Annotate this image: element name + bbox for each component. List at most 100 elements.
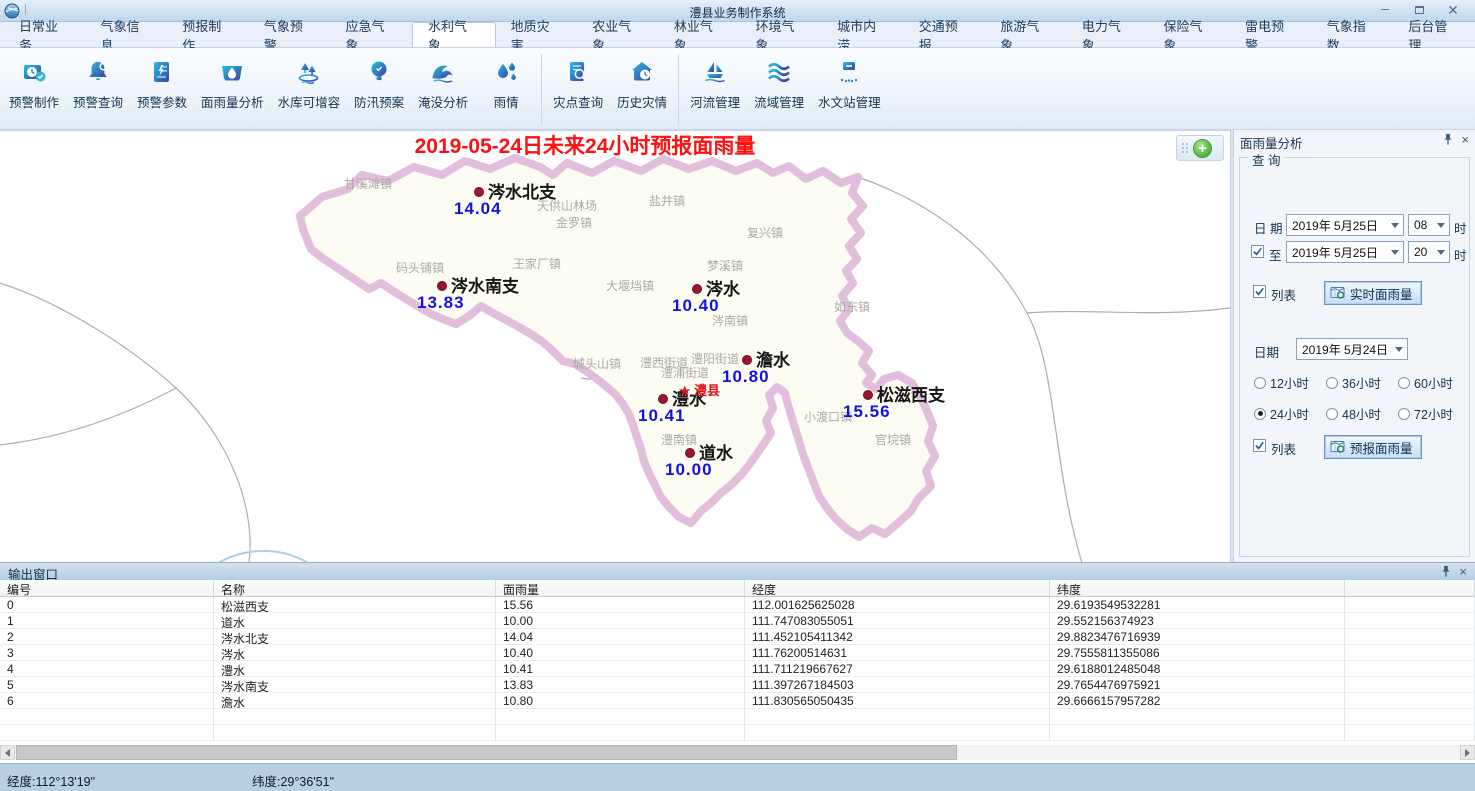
to-date-checkbox[interactable]: [1251, 245, 1264, 258]
menu-tab-交通预报[interactable]: 交通预报: [904, 22, 986, 47]
menu-tab-气象预警[interactable]: 气象预警: [249, 22, 331, 47]
warning-search-icon: [84, 58, 112, 86]
duration-radio-60小时[interactable]: 60小时: [1398, 373, 1453, 392]
scroll-left-button[interactable]: [0, 745, 15, 760]
panel-title: 面雨量分析: [1240, 137, 1303, 151]
map-canvas[interactable]: 甘溪滩镇盐井镇复兴镇天供山林场金罗镇码头铺镇王家厂镇大堰垱镇梦溪镇涔南镇如东镇城…: [0, 131, 1230, 562]
station-dot-澧水[interactable]: [659, 395, 668, 404]
toolbar-button-淹没分析[interactable]: 淹没分析: [411, 52, 475, 127]
cell-name: 松滋西支: [214, 597, 496, 612]
menu-tab-环境气象[interactable]: 环境气象: [740, 22, 822, 47]
realtime-rainfall-button[interactable]: 实时面雨量: [1324, 281, 1422, 305]
station-dot-涔水[interactable]: [693, 285, 702, 294]
column-header-名称[interactable]: 名称: [214, 580, 496, 596]
reservoir-capacity-icon: [295, 58, 323, 86]
town-label-澧阳街道: 澧阳街道: [691, 352, 739, 366]
scroll-right-button[interactable]: [1460, 745, 1475, 760]
toolbar-button-label: 预警查询: [73, 92, 123, 111]
table-row[interactable]: 1道水10.00111.74708305505129.552156374923: [0, 613, 1475, 629]
menu-tab-雷电预警[interactable]: 雷电预警: [1230, 22, 1312, 47]
menu-tab-林业气象[interactable]: 林业气象: [659, 22, 741, 47]
station-dot-松滋西支[interactable]: [864, 391, 873, 400]
toolbar-button-水库可增容[interactable]: 水库可增容: [271, 52, 348, 127]
station-dot-道水[interactable]: [686, 449, 695, 458]
duration-radio-48小时[interactable]: 48小时: [1326, 404, 1381, 423]
menu-tab-电力气象[interactable]: 电力气象: [1067, 22, 1149, 47]
cell-name: 涔水: [214, 645, 496, 660]
end-date-select[interactable]: 2019年 5月25日: [1286, 241, 1404, 263]
menu-tab-水利气象[interactable]: 水利气象: [412, 22, 496, 47]
toolbar-button-label: 面雨量分析: [201, 92, 264, 111]
forecast-list-checkbox[interactable]: [1253, 439, 1266, 452]
column-header-编号[interactable]: 编号: [0, 580, 214, 596]
toolbar-button-防汛预案[interactable]: 防汛预案: [347, 52, 411, 127]
duration-radio-12小时[interactable]: 12小时: [1254, 373, 1309, 392]
end-hour-select[interactable]: 20: [1408, 241, 1450, 263]
menu-tab-气象指数[interactable]: 气象指数: [1312, 22, 1394, 47]
toolbar-button-预警制作[interactable]: 预警制作: [2, 52, 66, 127]
toolbar-button-预警参数[interactable]: 预警参数: [130, 52, 194, 127]
inundation-icon: [429, 58, 457, 86]
station-dot-涔水北支[interactable]: [475, 188, 484, 197]
toolbar-button-水文站管理[interactable]: 水文站管理: [811, 52, 888, 127]
duration-radio-72小时[interactable]: 72小时: [1398, 404, 1453, 423]
forecast-rainfall-button[interactable]: 预报面雨量: [1324, 435, 1422, 459]
duration-radio-36小时[interactable]: 36小时: [1326, 373, 1381, 392]
menu-tab-城市内涝[interactable]: 城市内涝: [822, 22, 904, 47]
cell-longitude: 111.711219667627: [745, 661, 1050, 676]
cell-latitude: 29.8823476716939: [1050, 629, 1345, 644]
table-row[interactable]: 2涔水北支14.04111.45210541134229.88234767169…: [0, 629, 1475, 645]
query-groupbox: 查 询 日 期 2019年 5月25日 08 时 至 2019年 5月25日: [1239, 157, 1470, 557]
table-row[interactable]: 6澹水10.80111.83056505043529.6666157957282: [0, 693, 1475, 709]
menu-tab-气象信息[interactable]: 气象信息: [86, 22, 168, 47]
toolbar-button-灾点查询[interactable]: 灾点查询: [546, 52, 610, 127]
pin-icon[interactable]: [1441, 565, 1451, 578]
realtime-list-checkbox[interactable]: [1253, 285, 1266, 298]
forecast-date-select[interactable]: 2019年 5月24日: [1296, 338, 1408, 360]
menu-tab-日常业务[interactable]: 日常业务: [4, 22, 86, 47]
toolbar-button-label: 历史灾情: [617, 92, 667, 111]
table-row[interactable]: 0松滋西支15.56112.00162562502829.61935495322…: [0, 597, 1475, 613]
toolbar-button-雨情[interactable]: 雨情: [475, 52, 537, 127]
toolbar-separator: [678, 54, 679, 125]
radio-circle-icon: [1254, 377, 1266, 389]
table-row[interactable]: 4澧水10.41111.71121966762729.6188012485048: [0, 661, 1475, 677]
toolbar-grip-handle[interactable]: [1182, 143, 1189, 154]
pin-icon[interactable]: [1443, 133, 1453, 146]
scrollbar-thumb[interactable]: [16, 745, 957, 760]
cell-id: 4: [0, 661, 214, 676]
toolbar-button-面雨量分析[interactable]: 面雨量分析: [194, 52, 271, 127]
station-value-澹水: 10.80: [722, 367, 770, 386]
map-mini-toolbar: +: [1176, 135, 1224, 161]
town-label-复兴镇: 复兴镇: [747, 226, 783, 240]
column-header-经度[interactable]: 经度: [745, 580, 1050, 596]
toolbar-button-河流管理[interactable]: 河流管理: [683, 52, 747, 127]
menu-tab-预报制作[interactable]: 预报制作: [167, 22, 249, 47]
table-row[interactable]: 5涔水南支13.83111.39726718450329.76544769759…: [0, 677, 1475, 693]
column-header-纬度[interactable]: 纬度: [1050, 580, 1345, 596]
warning-params-icon: [148, 58, 176, 86]
toolbar-button-流域管理[interactable]: 流域管理: [747, 52, 811, 127]
cell-id: 6: [0, 693, 214, 708]
toolbar-button-预警查询[interactable]: 预警查询: [66, 52, 130, 127]
station-dot-澹水[interactable]: [743, 356, 752, 365]
start-hour-select[interactable]: 08: [1408, 214, 1450, 236]
station-dot-涔水南支[interactable]: [438, 282, 447, 291]
town-label-大堰垱镇: 大堰垱镇: [606, 279, 654, 293]
toolbar-button-历史灾情[interactable]: 历史灾情: [610, 52, 674, 127]
duration-radio-24小时[interactable]: 24小时: [1254, 404, 1309, 423]
zoom-in-plus-icon[interactable]: +: [1193, 139, 1212, 158]
menu-tab-地质灾害[interactable]: 地质灾害: [496, 22, 578, 47]
menu-tab-旅游气象[interactable]: 旅游气象: [985, 22, 1067, 47]
table-row[interactable]: 3涔水10.40111.7620051463129.7555811355086: [0, 645, 1475, 661]
start-date-select[interactable]: 2019年 5月25日: [1286, 214, 1404, 236]
menu-tab-后台管理[interactable]: 后台管理: [1393, 22, 1475, 47]
column-header-面雨量[interactable]: 面雨量: [496, 580, 745, 596]
menu-tab-应急气象[interactable]: 应急气象: [330, 22, 412, 47]
menu-tab-农业气象[interactable]: 农业气象: [577, 22, 659, 47]
close-icon[interactable]: ×: [1459, 565, 1467, 578]
menu-tab-保险气象[interactable]: 保险气象: [1149, 22, 1231, 47]
warning-compose-icon: [20, 58, 48, 86]
cell-longitude: [745, 725, 1050, 740]
close-icon[interactable]: ×: [1461, 133, 1469, 146]
